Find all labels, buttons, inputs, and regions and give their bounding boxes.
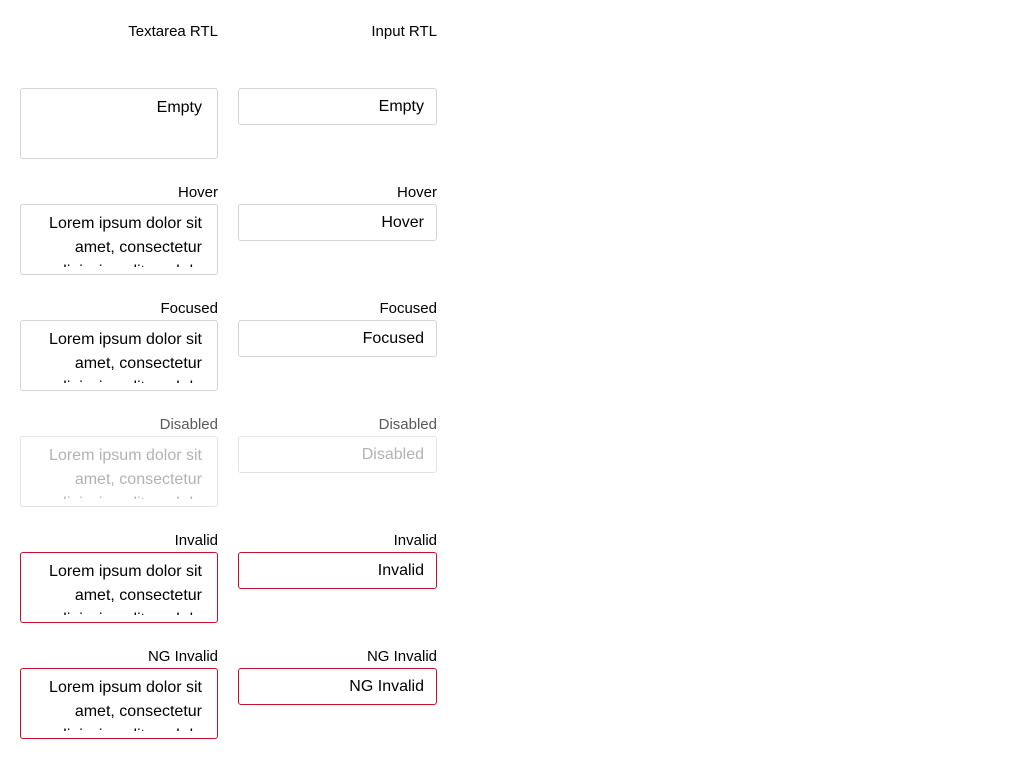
input-invalid[interactable]: Invalid [238, 552, 437, 589]
textarea-hover-label: Hover [177, 184, 218, 201]
input-hover-label: Hover [396, 184, 437, 201]
input-focused-label: Focused [379, 300, 437, 317]
textarea-empty-value: Empty [156, 99, 202, 116]
textarea-invalid[interactable]: Lorem ipsum dolor sit amet, consectetur … [20, 552, 218, 623]
textarea-focused-label: Focused [160, 300, 218, 317]
input-empty[interactable]: Empty [238, 88, 437, 125]
textarea-ng-invalid[interactable]: Lorem ipsum dolor sit amet, consectetur … [20, 668, 218, 739]
input-disabled-label: Disabled [378, 416, 437, 433]
textarea-disabled-value: Lorem ipsum dolor sit amet, consectetur … [49, 447, 202, 499]
input-invalid-label: Invalid [393, 532, 437, 549]
textarea-hover-value: Lorem ipsum dolor sit amet, consectetur … [49, 215, 202, 267]
textarea-hover[interactable]: Lorem ipsum dolor sit amet, consectetur … [20, 204, 218, 275]
textarea-empty[interactable]: Empty [20, 88, 218, 159]
input-hover[interactable]: Hover [238, 204, 437, 241]
textarea-disabled: Lorem ipsum dolor sit amet, consectetur … [20, 436, 218, 507]
textarea-disabled-label: Disabled [159, 416, 218, 433]
textarea-invalid-label: Invalid [174, 532, 218, 549]
input-ng-invalid-label: NG Invalid [366, 648, 437, 665]
textarea-invalid-value: Lorem ipsum dolor sit amet, consectetur … [49, 563, 202, 615]
input-ng-invalid[interactable]: NG Invalid [238, 668, 437, 705]
textarea-column-heading: Textarea RTL [128, 23, 218, 40]
input-column-heading: Input RTL [371, 23, 437, 40]
textarea-focused-value: Lorem ipsum dolor sit amet, consectetur … [49, 331, 202, 383]
input-focused[interactable]: Focused [238, 320, 437, 357]
textarea-focused[interactable]: Lorem ipsum dolor sit amet, consectetur … [20, 320, 218, 391]
input-disabled: Disabled [238, 436, 437, 473]
textarea-ng-invalid-label: NG Invalid [147, 648, 218, 665]
textarea-ng-invalid-value: Lorem ipsum dolor sit amet, consectetur … [49, 679, 202, 731]
